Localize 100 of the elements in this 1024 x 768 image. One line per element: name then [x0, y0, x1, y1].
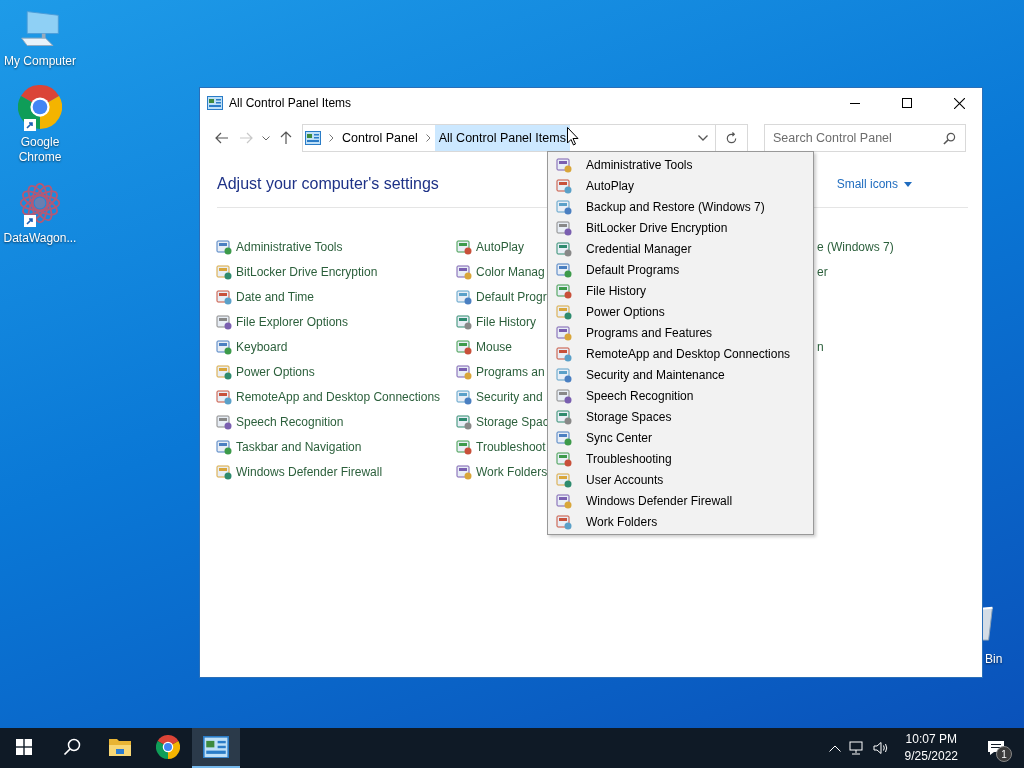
shortcut-arrow-icon [24, 119, 36, 131]
menu-item[interactable]: Sync Center [548, 427, 813, 448]
close-icon [953, 97, 965, 109]
control-panel-item[interactable]: Taskbar and Navigation [236, 439, 362, 454]
control-panel-item[interactable]: Windows Defender Firewall [236, 464, 383, 479]
control-panel-item[interactable]: RemoteApp and Desktop Connections [236, 389, 441, 404]
speaker-icon [872, 741, 889, 755]
control-panel-item[interactable]: File History [476, 314, 536, 329]
applet-icon [216, 288, 232, 305]
applet-icon [556, 513, 572, 530]
desktop-icon-label[interactable]: DataWagon... [1, 231, 79, 246]
control-panel-item[interactable]: Work Folders [476, 464, 548, 479]
chevron-up-icon [828, 744, 841, 752]
applet-icon [456, 238, 472, 255]
applet-icon [556, 261, 572, 278]
applet-icon [456, 438, 472, 455]
applet-icon [216, 338, 232, 355]
control-panel-item[interactable]: Default Progr [476, 289, 547, 304]
menu-item[interactable]: Windows Defender Firewall [548, 490, 813, 511]
applet-icon [556, 450, 572, 467]
back-arrow-icon [215, 132, 229, 144]
control-panel-item[interactable]: Date and Time [236, 289, 315, 304]
menu-item[interactable]: Speech Recognition [548, 385, 813, 406]
forward-arrow-icon [239, 132, 253, 144]
applet-icon [456, 288, 472, 305]
control-panel-item[interactable]: Programs an [476, 364, 545, 379]
menu-item[interactable]: User Accounts [548, 469, 813, 490]
show-hidden-icons-button[interactable] [828, 744, 841, 752]
applet-icon [556, 219, 572, 236]
applet-icon [556, 303, 572, 320]
notification-count: 1 [996, 746, 1012, 762]
applet-icon [216, 413, 232, 430]
refresh-button[interactable] [716, 124, 748, 152]
caret-icon [698, 135, 708, 141]
flower-pattern-icon [18, 181, 62, 225]
menu-item[interactable]: Security and Maintenance [548, 364, 813, 385]
control-panel-item[interactable]: Keyboard [236, 339, 288, 354]
menu-item[interactable]: Default Programs [548, 259, 813, 280]
applet-icon [216, 313, 232, 330]
view-by-dropdown[interactable]: Small icons [836, 177, 912, 191]
control-panel-item[interactable]: BitLocker Drive Encryption [236, 264, 378, 279]
applet-icon [216, 463, 232, 480]
search-field[interactable]: Search Control Panel [764, 124, 966, 152]
refresh-icon [725, 131, 738, 145]
control-panel-item[interactable]: n [817, 339, 824, 354]
control-panel-item[interactable]: Speech Recognition [236, 414, 344, 429]
applet-icon [556, 177, 572, 194]
control-panel-icon [207, 96, 223, 110]
volume-button[interactable] [872, 741, 889, 755]
network-button[interactable] [848, 741, 865, 755]
maximize-icon [902, 98, 912, 108]
menu-item[interactable]: Programs and Features [548, 322, 813, 343]
control-panel-item[interactable]: Administrative Tools [236, 239, 343, 254]
page-heading: Adjust your computer's settings [217, 175, 439, 193]
applet-icon [456, 388, 472, 405]
applet-icon [216, 438, 232, 455]
control-panel-item[interactable]: Storage Spac [476, 414, 549, 429]
taskbar-button[interactable] [192, 728, 240, 768]
control-panel-item[interactable]: Mouse [476, 339, 513, 354]
clock[interactable]: 10:07 PM 9/25/2022 [896, 731, 966, 765]
folder-icon [108, 737, 132, 757]
control-panel-item[interactable]: Security and [476, 389, 543, 404]
menu-item[interactable]: Storage Spaces [548, 406, 813, 427]
menu-item[interactable]: AutoPlay [548, 175, 813, 196]
search-icon [943, 132, 956, 145]
control-panel-item[interactable]: AutoPlay [476, 239, 525, 254]
control-panel-item[interactable]: Troubleshoot [476, 439, 546, 454]
menu-item[interactable]: RemoteApp and Desktop Connections [548, 343, 813, 364]
applet-icon [556, 240, 572, 257]
menu-item[interactable]: BitLocker Drive Encryption [548, 217, 813, 238]
control-panel-item[interactable]: e (Windows 7) [817, 239, 894, 254]
menu-item[interactable]: Troubleshooting [548, 448, 813, 469]
action-center-button[interactable]: 1 [974, 728, 1018, 768]
menu-item[interactable]: Work Folders [548, 511, 813, 532]
windows-logo-icon [16, 739, 32, 755]
menu-item[interactable]: File History [548, 280, 813, 301]
applet-icon [456, 313, 472, 330]
applet-icon [216, 388, 232, 405]
up-arrow-icon [280, 131, 292, 145]
control-panel-item[interactable]: Color Manag [476, 264, 545, 279]
menu-item[interactable]: Administrative Tools [548, 154, 813, 175]
menu-item[interactable]: Backup and Restore (Windows 7) [548, 196, 813, 217]
menu-item[interactable]: Credential Manager [548, 238, 813, 259]
control-panel-item[interactable]: Power Options [236, 364, 315, 379]
control-panel-item[interactable]: er [817, 264, 828, 279]
desktop-icon-label[interactable]: Bin [985, 652, 1003, 666]
applet-icon [556, 324, 572, 341]
applet-icon [556, 282, 572, 299]
applet-icon [556, 345, 572, 362]
breadcrumb[interactable]: Control Panel [338, 125, 422, 151]
applet-icon [556, 156, 572, 173]
control-panel-icon [305, 131, 321, 145]
applet-icon [556, 471, 572, 488]
menu-item[interactable]: Power Options [548, 301, 813, 322]
applet-icon [216, 238, 232, 255]
control-panel-item[interactable]: File Explorer Options [236, 314, 349, 329]
applet-icon [556, 408, 572, 425]
window-title: All Control Panel Items [229, 96, 353, 110]
caret-icon [262, 135, 270, 141]
breadcrumb[interactable]: All Control Panel Items [434, 125, 570, 151]
